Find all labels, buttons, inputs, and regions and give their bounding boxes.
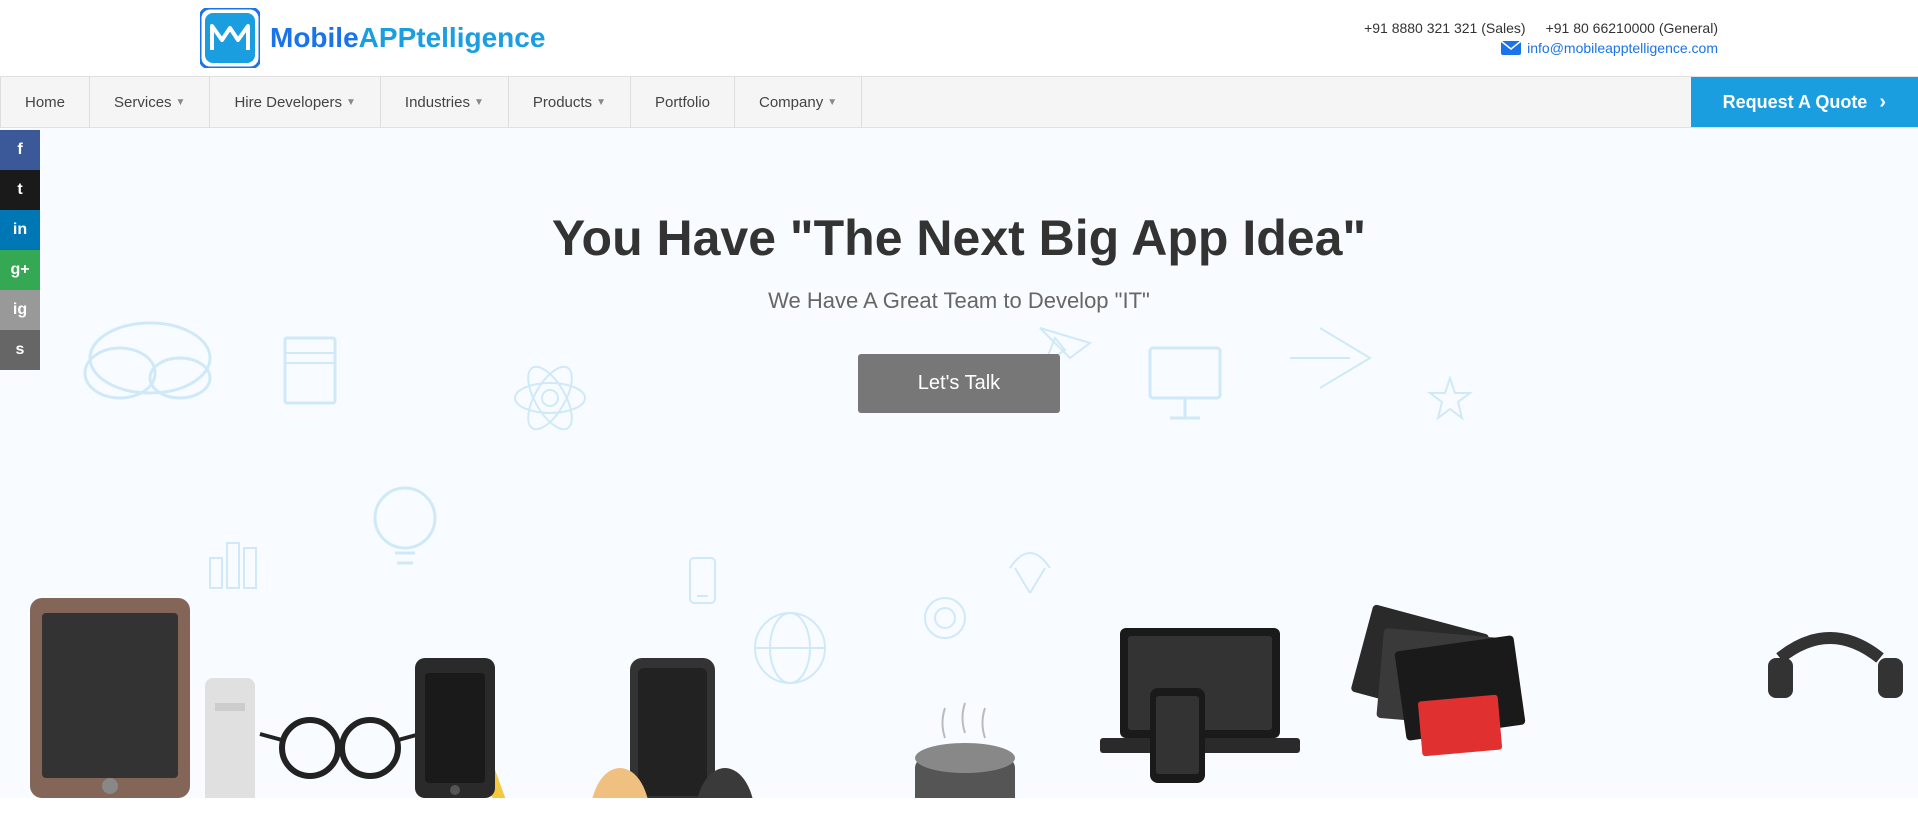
social-instagram-button[interactable]: ig [0, 290, 40, 330]
logo-text: MobileAPPtelligence [270, 22, 545, 54]
social-sidebar: f t in g+ ig s [0, 130, 40, 370]
industries-arrow: ▼ [474, 97, 484, 108]
hero-section: You Have "The Next Big App Idea" We Have… [0, 128, 1918, 798]
hero-subtitle: We Have A Great Team to Develop "IT" [552, 288, 1366, 314]
social-facebook-button[interactable]: f [0, 130, 40, 170]
hero-devices-illustration [0, 458, 1918, 798]
nav-company[interactable]: Company ▼ [735, 77, 862, 127]
logo-icon [200, 8, 260, 68]
social-twitter-button[interactable]: t [0, 170, 40, 210]
email-address: info@mobileapptelligence.com [1527, 40, 1718, 56]
products-arrow: ▼ [596, 97, 606, 108]
company-arrow: ▼ [827, 97, 837, 108]
logo-apptelligence: APPtelligence [359, 22, 546, 53]
logo-mobile: Mobile [270, 22, 359, 53]
nav-portfolio[interactable]: Portfolio [631, 77, 735, 127]
phone-numbers: +91 8880 321 321 (Sales) +91 80 66210000… [1364, 20, 1718, 36]
email-icon [1501, 41, 1521, 55]
hire-developers-arrow: ▼ [346, 97, 356, 108]
lets-talk-button[interactable]: Let's Talk [858, 354, 1060, 413]
nav-industries[interactable]: Industries ▼ [381, 77, 509, 127]
nav-hire-developers[interactable]: Hire Developers ▼ [210, 77, 380, 127]
nav-items: Home Services ▼ Hire Developers ▼ Indust… [0, 77, 1691, 127]
social-share-button[interactable]: s [0, 330, 40, 370]
header: MobileAPPtelligence +91 8880 321 321 (Sa… [0, 0, 1918, 76]
hero-title: You Have "The Next Big App Idea" [552, 208, 1366, 268]
quote-chevron: › [1879, 91, 1886, 114]
email-line: info@mobileapptelligence.com [1501, 40, 1718, 56]
nav-services[interactable]: Services ▼ [90, 77, 210, 127]
request-quote-button[interactable]: Request A Quote › [1691, 77, 1918, 127]
nav-products[interactable]: Products ▼ [509, 77, 631, 127]
services-arrow: ▼ [176, 97, 186, 108]
nav-home[interactable]: Home [0, 77, 90, 127]
hero-content: You Have "The Next Big App Idea" We Have… [552, 208, 1366, 413]
contact-info: +91 8880 321 321 (Sales) +91 80 66210000… [1364, 20, 1718, 56]
social-google-button[interactable]: g+ [0, 250, 40, 290]
logo-area[interactable]: MobileAPPtelligence [200, 8, 545, 68]
phone-general: +91 80 66210000 (General) [1546, 20, 1718, 36]
phone-sales: +91 8880 321 321 (Sales) [1364, 20, 1526, 36]
main-nav: Home Services ▼ Hire Developers ▼ Indust… [0, 76, 1918, 128]
social-linkedin-button[interactable]: in [0, 210, 40, 250]
